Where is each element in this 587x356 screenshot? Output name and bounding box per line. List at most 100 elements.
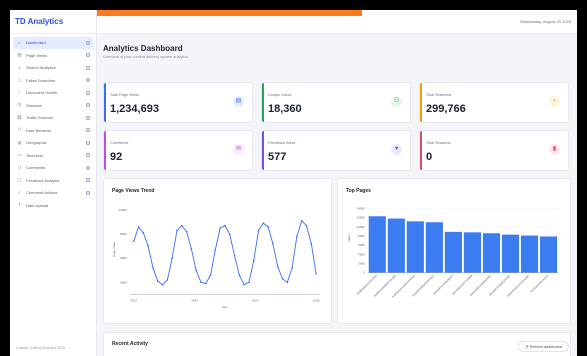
sidebar-item-comments[interactable]: ◻ Comments bbox=[13, 162, 93, 174]
y-tick-label: 8000 bbox=[358, 234, 365, 238]
metric-card-total-page-views: Total Page Views 1,234,693 ▤ bbox=[103, 82, 253, 123]
sidebar-item-data-upload[interactable]: ⇪ Data Upload bbox=[13, 199, 93, 211]
data-point bbox=[171, 257, 173, 259]
sidebar-footer: Loaded: Drilling Analytics 2025 bbox=[16, 346, 66, 350]
x-tick-label: /contacts/directory bbox=[529, 273, 549, 293]
metric-value: 92 bbox=[110, 151, 123, 163]
metric-value: 299,766 bbox=[426, 103, 466, 115]
y-tick-label: 10000 bbox=[357, 225, 366, 229]
data-point bbox=[147, 245, 149, 247]
sidebar-item-document-health[interactable]: ♡ Document Health bbox=[13, 87, 93, 99]
metric-label: Comments bbox=[110, 141, 129, 145]
sidebar-item-label: Page Views bbox=[26, 52, 48, 58]
recent-activity-title: Recent Activity bbox=[112, 341, 148, 347]
metric-accent-bar bbox=[262, 131, 264, 170]
data-point bbox=[204, 282, 207, 285]
data-point bbox=[291, 267, 293, 269]
data-point bbox=[248, 281, 250, 284]
comment-icon: ◻ bbox=[17, 164, 22, 170]
sidebar-item-failed-searches[interactable]: △ Failed Searches bbox=[13, 74, 93, 86]
y-tick-label: 10000 bbox=[119, 208, 128, 212]
bar bbox=[425, 222, 443, 273]
metric-card-total-searches: Total Searches 299,766 ⌕ bbox=[419, 82, 569, 123]
bar bbox=[482, 233, 501, 273]
clock-icon: ◷ bbox=[17, 102, 22, 108]
comment-icon: ✉ bbox=[233, 144, 244, 155]
data-point bbox=[219, 227, 221, 229]
sidebar-item-feedback-analysis[interactable]: ▢ Feedback Analysis bbox=[13, 174, 93, 186]
y-tick-label: 2000 bbox=[358, 262, 365, 266]
y-tick-label: 12000 bbox=[357, 216, 366, 220]
sidebar-item-label: Comment Actions bbox=[26, 190, 58, 196]
metric-label: Feedback Votes bbox=[268, 141, 296, 145]
data-point bbox=[262, 222, 265, 224]
bar bbox=[520, 235, 539, 273]
refresh-button[interactable]: ⟳ Refresh dashboard bbox=[518, 341, 569, 352]
y-tick-label: 4000 bbox=[358, 252, 365, 256]
data-point bbox=[185, 230, 188, 233]
current-date: Wednesday, August 20 2025 bbox=[520, 19, 571, 24]
sidebar-item-search-analytics[interactable]: ⌕ Search Analytics bbox=[13, 62, 93, 74]
metric-label: Total Searches bbox=[426, 93, 452, 97]
data-point bbox=[166, 279, 169, 281]
data-point bbox=[142, 232, 145, 234]
x-tick-label: 2030 bbox=[313, 298, 320, 302]
data-point bbox=[243, 283, 245, 286]
trend-chart: 10000 8000 6000 4000 2012 2024 2027 2030 Day Page… bbox=[112, 208, 321, 309]
status-dot-icon bbox=[86, 128, 90, 133]
metric-value: 577 bbox=[268, 151, 287, 163]
sidebar-item-user-behavior[interactable]: ⚇ User Behavior bbox=[13, 124, 93, 136]
metric-card-total-sessions: Total Sessions 0 ▮ bbox=[419, 130, 569, 171]
sidebar-item-sessions[interactable]: ◷ Sessions bbox=[13, 99, 93, 111]
sidebar-item-label: User Behavior bbox=[26, 127, 52, 133]
data-point bbox=[286, 281, 289, 284]
page-title: Analytics Dashboard bbox=[103, 44, 183, 53]
sidebar-item-geographic[interactable]: ◍ Geographic bbox=[13, 137, 93, 149]
data-point bbox=[228, 233, 231, 235]
warning-icon: △ bbox=[17, 77, 22, 83]
sidebar-item-technical[interactable]: ▭ Technical bbox=[13, 149, 93, 161]
search-icon: ⌕ bbox=[549, 96, 560, 107]
data-point bbox=[276, 265, 279, 268]
link-icon: ⛓ bbox=[16, 114, 23, 120]
refresh-label: Refresh dashboard bbox=[529, 345, 562, 349]
data-point bbox=[180, 224, 183, 227]
brand-logo[interactable]: TD Analytics bbox=[10, 10, 96, 34]
y-tick-label: 0 bbox=[363, 271, 365, 275]
metric-accent-bar bbox=[420, 83, 422, 122]
data-point bbox=[238, 274, 241, 276]
sidebar-item-label: Technical bbox=[26, 152, 43, 158]
data-point bbox=[200, 281, 202, 284]
status-dot-icon bbox=[86, 65, 90, 70]
data-point bbox=[137, 226, 140, 228]
data-point bbox=[224, 224, 226, 227]
data-point bbox=[310, 242, 313, 245]
data-point bbox=[252, 259, 255, 262]
metric-accent-bar bbox=[104, 131, 106, 170]
x-axis-label: Day bbox=[222, 305, 228, 309]
metric-label: Total Page Views bbox=[110, 93, 140, 97]
sidebar-nav: ⌂ Dashboard ▥ Page Views ⌕ Search Analytics △ F… bbox=[10, 34, 96, 211]
sidebar-item-label: Traffic Sources bbox=[26, 115, 53, 121]
sidebar-item-label: Feedback Analysis bbox=[26, 177, 60, 183]
metric-value: 0 bbox=[426, 151, 433, 163]
top-pages-title: Top Pages bbox=[346, 188, 371, 194]
data-point bbox=[209, 274, 212, 276]
chart-icon: ▮ bbox=[549, 144, 560, 155]
recent-activity-card: Recent Activity bbox=[103, 332, 571, 356]
y-axis-label: Page Views bbox=[112, 241, 116, 257]
y-tick-label: 14000 bbox=[357, 206, 366, 210]
bar bbox=[368, 216, 386, 273]
sidebar-item-page-views[interactable]: ▥ Page Views bbox=[13, 49, 93, 61]
sidebar-item-dashboard[interactable]: ⌂ Dashboard bbox=[13, 37, 93, 49]
users-icon: ⚇ bbox=[17, 127, 22, 133]
metric-card-comments: Comments 92 ✉ bbox=[103, 130, 253, 171]
data-point bbox=[267, 226, 269, 228]
sidebar-item-traffic-sources[interactable]: ⛓ Traffic Sources bbox=[13, 112, 93, 124]
bar bbox=[406, 221, 424, 273]
sidebar-item-comment-actions[interactable]: ✓ Comment Actions bbox=[13, 187, 93, 199]
data-point bbox=[296, 235, 298, 238]
sidebar-item-label: Document Health bbox=[26, 90, 57, 96]
sidebar: TD Analytics ⌂ Dashboard ▥ Page Views ⌕ Searc… bbox=[10, 10, 97, 356]
page-subtitle: Overview of your content delivery system… bbox=[103, 55, 189, 59]
